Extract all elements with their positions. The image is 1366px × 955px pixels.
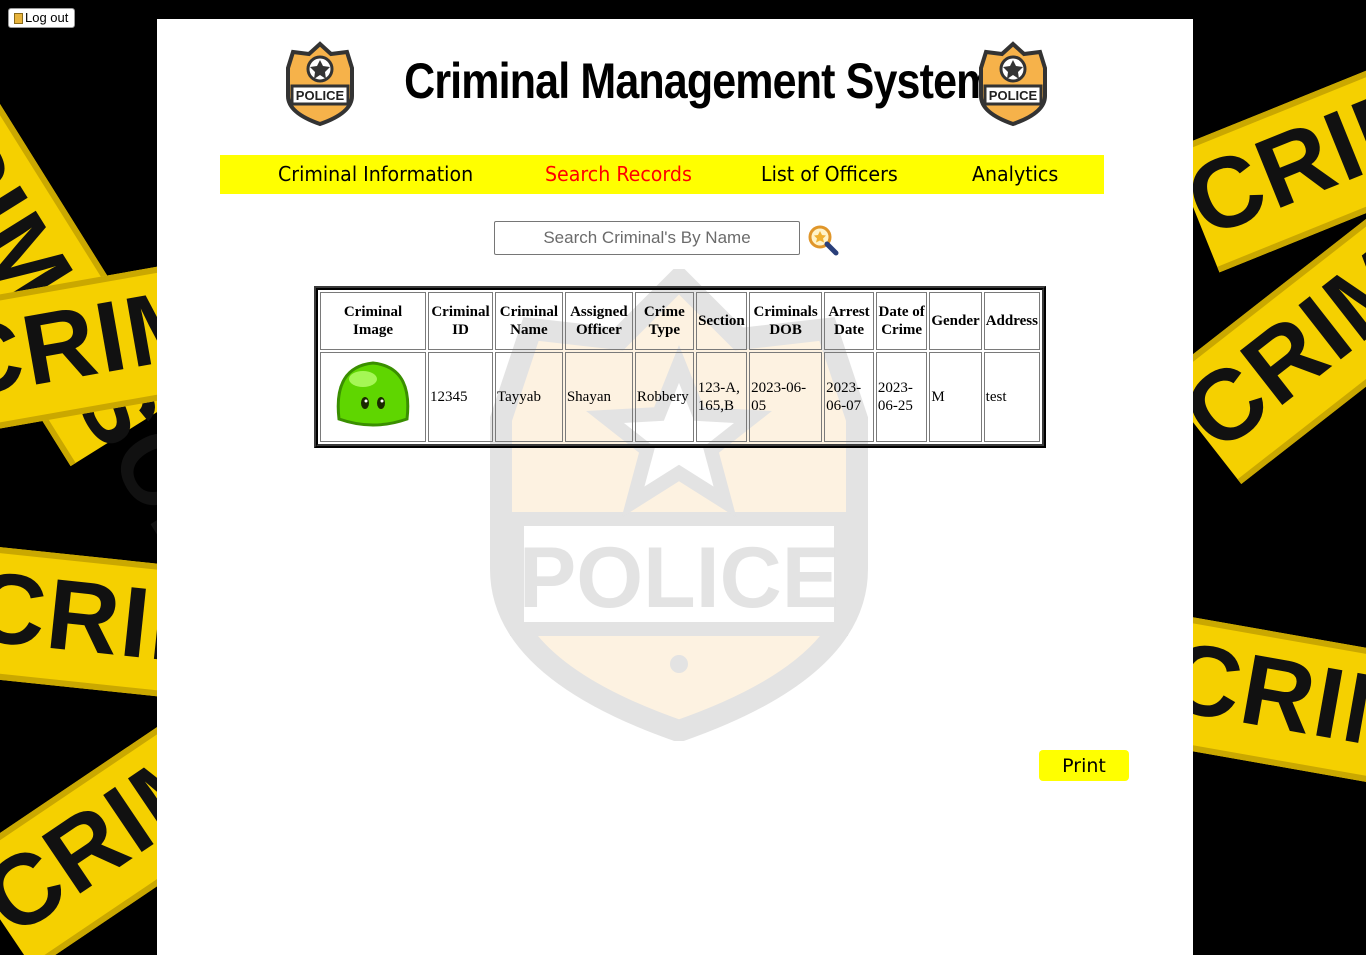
cell-arrest-date: 2023-06-07 bbox=[824, 352, 874, 442]
col-criminal-name: Criminal Name bbox=[495, 292, 563, 350]
criminal-records-table: Criminal Image Criminal ID Criminal Name… bbox=[314, 286, 1046, 448]
col-crime-type: Crime Type bbox=[634, 292, 694, 350]
nav-list-of-officers[interactable]: List of Officers bbox=[761, 155, 898, 194]
nav-search-records[interactable]: Search Records bbox=[545, 155, 692, 194]
cell-criminal-id: 12345 bbox=[428, 352, 494, 442]
nav-bar: Criminal Information Search Records List… bbox=[220, 155, 1104, 194]
print-button[interactable]: Print bbox=[1039, 750, 1129, 781]
svg-text:POLICE: POLICE bbox=[989, 88, 1038, 103]
cell-section: 123-A, 165,B bbox=[695, 352, 748, 442]
col-criminal-id: Criminal ID bbox=[428, 292, 494, 350]
logout-button[interactable]: Log out bbox=[8, 8, 76, 28]
main-panel: POLICE POLICE Criminal Management System… bbox=[157, 19, 1193, 955]
cell-assigned-officer: Shayan bbox=[564, 352, 633, 442]
header: POLICE Criminal Management System POLICE bbox=[285, 41, 1048, 127]
criminal-image-cell bbox=[320, 352, 426, 442]
crime-tape: CRIME bbox=[1170, 0, 1366, 273]
table-row: 12345 Tayyab Shayan Robbery 123-A, 165,B… bbox=[320, 352, 1040, 442]
police-badge-icon: POLICE bbox=[286, 41, 354, 127]
cell-crime-type: Robbery bbox=[634, 352, 694, 442]
col-gender: Gender bbox=[929, 292, 982, 350]
search-input[interactable] bbox=[494, 221, 800, 255]
criminal-image bbox=[336, 360, 410, 426]
police-badge-icon: POLICE bbox=[979, 41, 1047, 127]
col-assigned-officer: Assigned Officer bbox=[564, 292, 633, 350]
col-date-of-crime: Date of Crime bbox=[875, 292, 928, 350]
cell-address: test bbox=[983, 352, 1040, 442]
table-header-row: Criminal Image Criminal ID Criminal Name… bbox=[320, 292, 1040, 350]
nav-analytics[interactable]: Analytics bbox=[972, 155, 1058, 194]
svg-text:POLICE: POLICE bbox=[296, 88, 345, 103]
cell-gender: M bbox=[929, 352, 982, 442]
col-section: Section bbox=[695, 292, 748, 350]
cell-criminal-name: Tayyab bbox=[495, 352, 563, 442]
col-arrest-date: Arrest Date bbox=[824, 292, 874, 350]
logout-icon bbox=[14, 12, 23, 24]
svg-text:POLICE: POLICE bbox=[519, 530, 839, 626]
logout-label: Log out bbox=[25, 10, 69, 25]
search-icon[interactable] bbox=[807, 224, 839, 256]
cell-date-of-crime: 2023-06-25 bbox=[875, 352, 928, 442]
page-title: Criminal Management System bbox=[404, 53, 994, 109]
col-criminal-image: Criminal Image bbox=[320, 292, 426, 350]
nav-criminal-information[interactable]: Criminal Information bbox=[278, 155, 473, 194]
col-address: Address bbox=[983, 292, 1040, 350]
col-criminals-dob: Criminals DOB bbox=[749, 292, 823, 350]
cell-criminals-dob: 2023-06-05 bbox=[749, 352, 823, 442]
